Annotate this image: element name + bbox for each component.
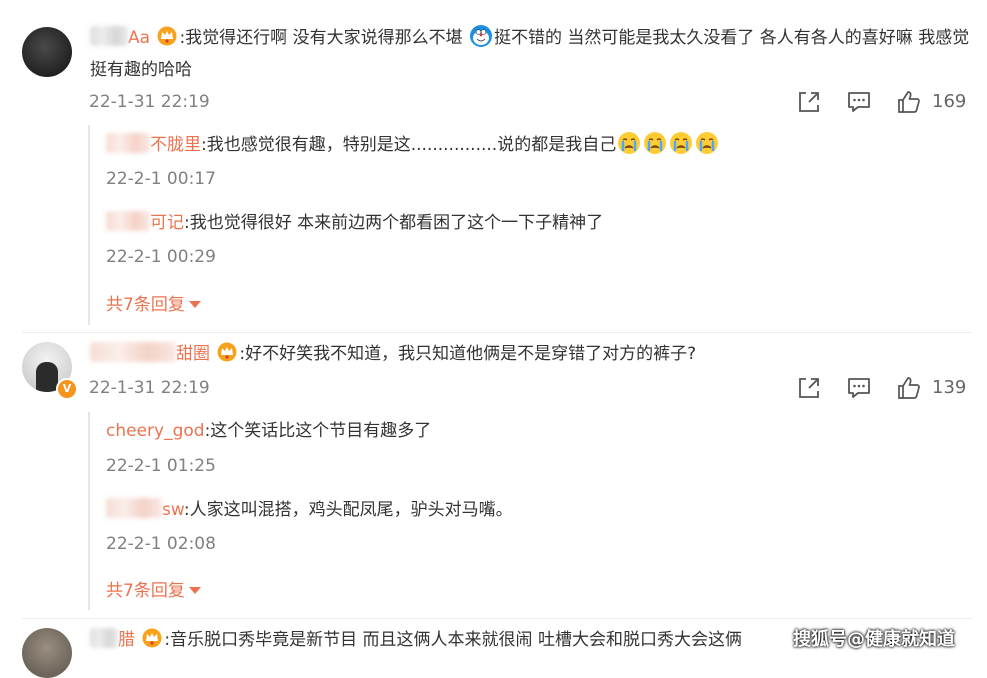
crown-icon (142, 628, 162, 648)
more-replies-link[interactable]: 共7条回复 (106, 290, 201, 315)
reply-time: 22-2-1 00:29 (106, 247, 216, 267)
share-icon (799, 378, 819, 398)
reply-content: :我也觉得很好 本来前边两个都看困了这个一下子精神了 (184, 213, 604, 233)
comment-text-line: Aa :我觉得还行啊 没有大家说得那么不堪 挺不错的 当然可能是我太久没看了 各… (90, 22, 970, 86)
comment-text-line: 腊 :音乐脱口秀毕竟是新节目 而且这俩人本来就很闹 吐槽大会和脱口秀大会这俩 (90, 624, 742, 656)
divider (22, 618, 972, 619)
chevron-down-icon (188, 301, 201, 308)
like-count: 169 (932, 91, 967, 112)
comment-username[interactable]: 腊 (118, 630, 135, 650)
reply-section: cheery_god:这个笑话比这个节目有趣多了 22-2-1 01:25 sw… (88, 412, 970, 610)
reply-time: 22-2-1 00:17 (106, 169, 216, 189)
reply-item: 不胧里:我也感觉很有趣，特别是这................说的都是我自己 (106, 131, 720, 158)
avatar[interactable] (22, 27, 72, 77)
more-replies-label: 共7条回复 (106, 581, 185, 601)
avatar-figure (36, 362, 58, 392)
chevron-down-icon (188, 587, 201, 594)
crying-face-emoji (670, 132, 693, 154)
reply-section: 不胧里:我也感觉很有趣，特别是这................说的都是我自己 … (88, 125, 970, 325)
share-button[interactable] (796, 89, 826, 117)
watermark: 搜狐号@健康就知道 (793, 629, 955, 650)
comment-text-line: 甜圈 :好不好笑我不知道，我只知道他俩是不是穿错了对方的裤子? (90, 338, 696, 370)
share-button[interactable] (796, 375, 826, 403)
avatar[interactable] (22, 628, 72, 678)
like-button[interactable] (896, 89, 926, 117)
blurred-username (106, 211, 150, 231)
reply-item: cheery_god:这个笑话比这个节目有趣多了 (106, 418, 431, 444)
comment-icon (848, 92, 870, 112)
reply-time: 22-2-1 01:25 (106, 456, 216, 476)
crown-icon (157, 26, 177, 46)
reply-content: :人家这叫混搭，鸡头配凤尾，驴头对马嘴。 (183, 500, 513, 520)
thumbs-up-icon (898, 91, 920, 113)
reply-time: 22-2-1 02:08 (106, 534, 216, 554)
reply-username[interactable]: 不胧里 (150, 135, 201, 155)
share-icon (799, 92, 819, 112)
comment-username[interactable]: 甜圈 (176, 344, 210, 364)
more-replies-link[interactable]: 共7条回复 (106, 576, 201, 601)
reply-username[interactable]: 可记 (150, 213, 184, 233)
reply-username[interactable]: sw (162, 500, 184, 520)
comment-content: :我觉得还行啊 没有大家说得那么不堪 (179, 28, 463, 48)
comment-content: :好不好笑我不知道，我只知道他俩是不是穿错了对方的裤子? (239, 344, 697, 364)
divider (22, 332, 972, 333)
blurred-username (90, 628, 118, 648)
like-button[interactable] (896, 375, 926, 403)
crown-icon (217, 342, 237, 362)
reply-item: 可记:我也觉得很好 本来前边两个都看困了这个一下子精神了 (106, 210, 603, 236)
crying-face-emoji (618, 132, 641, 154)
doraemon-emoji (470, 25, 492, 47)
reply-content: :这个笑话比这个节目有趣多了 (204, 421, 432, 441)
blurred-username (106, 133, 150, 153)
comment-time: 22-1-31 22:19 (89, 92, 210, 112)
like-count: 139 (932, 377, 967, 398)
crying-face-emoji (696, 132, 719, 154)
comment-time: 22-1-31 22:19 (89, 378, 210, 398)
thumbs-up-icon (898, 377, 920, 399)
reply-item: sw:人家这叫混搭，鸡头配凤尾，驴头对马嘴。 (106, 497, 513, 523)
comment-button[interactable] (846, 89, 876, 117)
blurred-username (90, 342, 176, 362)
comment-icon (848, 378, 870, 398)
comment-content: :音乐脱口秀毕竟是新节目 而且这俩人本来就很闹 吐槽大会和脱口秀大会这俩 (164, 630, 742, 650)
reply-content: :我也感觉很有趣，特别是这................说的都是我自己 (201, 135, 617, 155)
comment-button[interactable] (846, 375, 876, 403)
reply-username[interactable]: cheery_god (106, 421, 205, 441)
comment-username[interactable]: Aa (128, 28, 150, 48)
verified-v-badge: V (56, 378, 78, 400)
crying-face-emoji (644, 132, 667, 154)
more-replies-label: 共7条回复 (106, 295, 185, 315)
blurred-username (106, 498, 162, 518)
blurred-username (90, 26, 128, 46)
